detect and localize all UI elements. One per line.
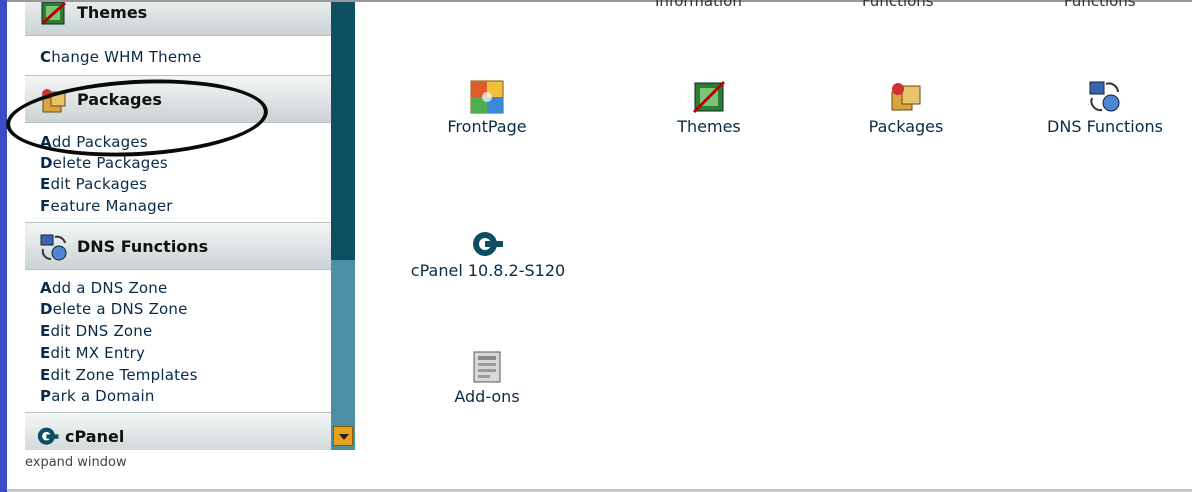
packages-icon — [891, 83, 921, 111]
cpanel-logo-icon — [473, 232, 503, 256]
tile-dns-functions[interactable]: DNS Functions — [1038, 80, 1172, 136]
sidebar-link-add-dns-zone[interactable]: Add a DNS Zone — [40, 279, 167, 297]
sidebar-link-edit-dns-zone[interactable]: Edit DNS Zone — [40, 322, 152, 340]
dns-functions-icon — [40, 234, 67, 261]
expand-window-link[interactable]: expand window — [25, 455, 127, 470]
sidebar-header-cpanel[interactable]: cPanel — [25, 412, 331, 450]
sidebar-header-title: DNS Functions — [77, 237, 209, 256]
tile-addons[interactable]: Add-ons — [440, 350, 534, 406]
left-edge-bar — [0, 0, 7, 492]
sidebar-link-park-domain[interactable]: Park a Domain — [40, 387, 155, 405]
sidebar-link-delete-dns-zone[interactable]: Delete a DNS Zone — [40, 300, 188, 318]
sidebar-scrollbar-thumb[interactable] — [331, 2, 355, 260]
sidebar-header-title: cPanel — [65, 427, 125, 446]
whm-window: Themes Change WHM Theme Packages Add Pac… — [0, 0, 1192, 492]
dns-functions-icon — [1089, 81, 1120, 112]
cut-off-label: Functions — [1064, 0, 1136, 10]
sidebar-header-themes[interactable]: Themes — [25, 2, 331, 36]
themes-icon — [692, 80, 726, 114]
cut-off-label: Functions — [862, 0, 934, 10]
sidebar-header-title: Themes — [77, 3, 148, 22]
tile-cpanel[interactable]: cPanel 10.8.2-S120 — [396, 230, 580, 280]
tile-themes[interactable]: Themes — [662, 80, 756, 136]
tile-label: cPanel 10.8.2-S120 — [410, 261, 566, 280]
themes-icon — [41, 2, 67, 25]
sidebar: Themes Change WHM Theme Packages Add Pac… — [7, 2, 332, 450]
sidebar-header-dns-functions[interactable]: DNS Functions — [25, 222, 331, 270]
tile-label: DNS Functions — [1047, 117, 1163, 136]
sidebar-link-feature-manager[interactable]: Feature Manager — [40, 197, 173, 215]
sidebar-link-delete-packages[interactable]: Delete Packages — [40, 154, 168, 172]
tile-label: Packages — [868, 117, 944, 136]
cpanel-logo-icon — [37, 427, 59, 445]
frontpage-icon — [470, 80, 504, 114]
tile-label: Themes — [677, 117, 741, 136]
tile-label: Add-ons — [454, 387, 520, 406]
sidebar-link-edit-zone-templates[interactable]: Edit Zone Templates — [40, 366, 198, 384]
cut-off-label: Information — [655, 0, 742, 10]
sidebar-link-edit-packages[interactable]: Edit Packages — [40, 175, 147, 193]
scroll-down-arrow-icon[interactable] — [333, 426, 353, 446]
sidebar-link-edit-mx-entry[interactable]: Edit MX Entry — [40, 344, 145, 362]
tile-label: FrontPage — [447, 117, 527, 136]
sidebar-link-change-whm-theme[interactable]: Change WHM Theme — [40, 48, 202, 66]
tile-frontpage[interactable]: FrontPage — [430, 80, 544, 136]
tile-packages[interactable]: Packages — [858, 80, 954, 136]
addons-icon — [473, 351, 501, 383]
